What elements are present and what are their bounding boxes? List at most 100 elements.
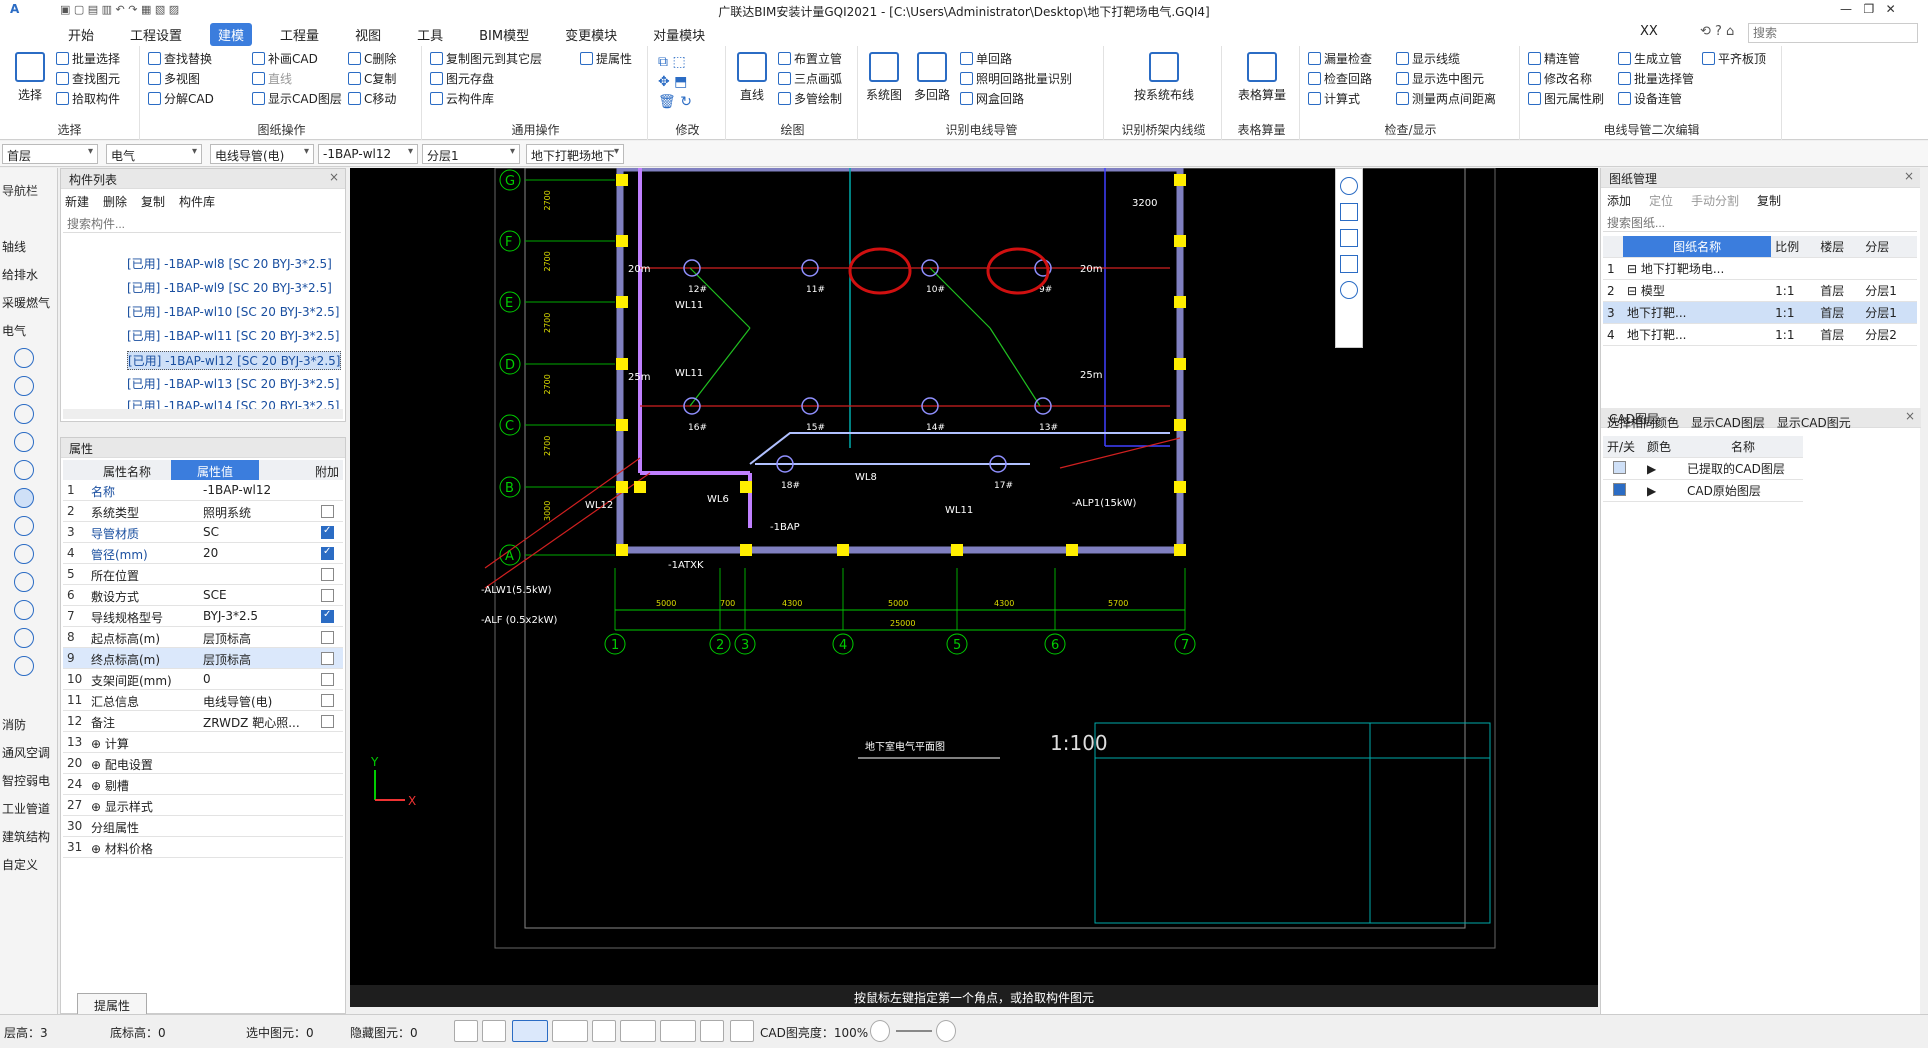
nav-item-hvac[interactable]: 通风空调 (2, 744, 50, 761)
component-search-input[interactable] (63, 215, 341, 233)
batch-select-pipe-button[interactable]: 批量选择管 (1618, 70, 1694, 87)
switch-icon[interactable] (14, 376, 34, 396)
list-item[interactable]: [已用] -1BAP-wl14 [SC 20 BYJ-3*2.5] (127, 397, 339, 409)
arc-button[interactable]: 三点画弧 (778, 70, 842, 87)
single-loop-button[interactable]: 单回路 (960, 50, 1012, 67)
line-button[interactable]: 直线 (252, 70, 292, 87)
user-name[interactable]: XX (1640, 24, 1658, 39)
drawing-select[interactable]: 地下打靶场地下 (526, 144, 624, 164)
property-value[interactable]: 电线导管(电) (203, 693, 313, 710)
tab-tools[interactable]: 工具 (409, 23, 451, 46)
generate-riser-button[interactable]: 生成立管 (1618, 50, 1682, 67)
list-item[interactable]: [已用] -1BAP-wl8 [SC 20 BYJ-3*2.5] (127, 255, 332, 272)
property-row[interactable]: 10 支架间距(mm) 0 (63, 669, 343, 690)
discipline-select[interactable]: 电气 (106, 144, 202, 164)
expand-icon[interactable]: ▶ (1643, 479, 1683, 502)
global-search-input[interactable] (1748, 23, 1918, 43)
extra-checkbox[interactable] (321, 609, 334, 623)
cable-icon[interactable] (14, 516, 34, 536)
property-value[interactable]: 层顶标高 (203, 630, 313, 647)
extra-checkbox[interactable] (321, 673, 334, 686)
missing-check-button[interactable]: 漏量检查 (1308, 50, 1372, 67)
table-calc-button[interactable]: 表格算量 (1228, 52, 1296, 103)
property-row[interactable]: 3 导管材质 SC (63, 522, 343, 543)
find-replace-button[interactable]: 查找替换 (148, 50, 212, 67)
extract-props-button[interactable]: 提属性 (580, 50, 632, 67)
show-cable-button[interactable]: 显示线缆 (1396, 50, 1460, 67)
zoom-in-icon[interactable] (936, 1020, 956, 1042)
table-row[interactable]: ▶ CAD原始图层 (1603, 479, 1803, 502)
nav-item-fire[interactable]: 消防 (2, 716, 26, 733)
extra-checkbox[interactable] (321, 546, 334, 560)
property-value[interactable]: 0 (203, 672, 313, 686)
layer-display-icon[interactable] (700, 1020, 724, 1042)
tab-start[interactable]: 开始 (60, 23, 102, 46)
cloud-library-button[interactable]: 云构件库 (430, 90, 494, 107)
property-row[interactable]: 12 备注 ZRWDZ 靶心照... (63, 711, 343, 732)
property-row[interactable]: 30 分组属性 (63, 816, 343, 837)
system-diagram-button[interactable]: 系统图 (860, 52, 908, 103)
nav-item-electrical[interactable]: 电气 (2, 322, 26, 339)
panel-icon[interactable] (14, 404, 34, 424)
box-loop-button[interactable]: 网盒回路 (960, 90, 1024, 107)
device-connect-button[interactable]: 设备连管 (1618, 90, 1682, 107)
extra-checkbox[interactable] (321, 652, 334, 665)
list-item-selected[interactable]: [已用] -1BAP-wl12 [SC 20 BYJ-3*2.5] (127, 351, 342, 370)
fixture-icon[interactable] (14, 600, 34, 620)
tab-compare-module[interactable]: 对量模块 (645, 23, 713, 46)
cad-delete-button[interactable]: C删除 (348, 50, 396, 67)
property-row[interactable]: 9 终点标高(m) 层顶标高 (63, 648, 343, 669)
list-item[interactable]: [已用] -1BAP-wl10 [SC 20 BYJ-3*2.5] (127, 303, 339, 320)
formula-button[interactable]: 计算式 (1308, 90, 1360, 107)
drawing-search-input[interactable] (1603, 214, 1917, 232)
property-value[interactable]: ZRWDZ 靶心照... (203, 714, 313, 731)
conduit-icon[interactable] (14, 488, 34, 508)
draw-cad-button[interactable]: 补画CAD (252, 50, 318, 67)
select-button[interactable]: 选择 (6, 52, 54, 103)
help-icons[interactable]: ⟲ ? ⌂ (1700, 24, 1734, 39)
ortho-icon[interactable] (482, 1020, 506, 1042)
multi-pipe-button[interactable]: 多管绘制 (778, 90, 842, 107)
tab-quantity[interactable]: 工程量 (272, 23, 327, 46)
list-scrollbar[interactable] (63, 409, 343, 419)
expand-icon[interactable]: ▶ (1643, 457, 1683, 480)
tab-modeling[interactable]: 建模 (210, 22, 253, 46)
new-button[interactable]: 新建 (65, 193, 89, 210)
property-value[interactable]: 20 (203, 546, 313, 560)
property-row[interactable]: 13 ⊕ 计算 (63, 732, 343, 753)
align-top-button[interactable]: 平齐板顶 (1702, 50, 1766, 67)
draw-line-button[interactable]: 直线 (728, 52, 776, 103)
multi-loop-button[interactable]: 多回路 (908, 52, 956, 103)
section-icon[interactable] (1340, 255, 1358, 273)
measure-button[interactable]: 测量两点间距离 (1396, 90, 1496, 107)
nav-item-axis[interactable]: 轴线 (2, 238, 26, 255)
polyline-icon[interactable] (730, 1020, 754, 1042)
rotate-icon[interactable] (1340, 281, 1358, 299)
batch-recognize-button[interactable]: 照明回路批量识别 (960, 70, 1072, 87)
property-value[interactable]: -1BAP-wl12 (203, 483, 313, 497)
close-icon[interactable]: × (329, 170, 339, 184)
list-item[interactable]: [已用] -1BAP-wl13 [SC 20 BYJ-3*2.5] (127, 375, 339, 392)
cad-move-button[interactable]: C移动 (348, 90, 396, 107)
explode-cad-button[interactable]: 分解CAD (148, 90, 214, 107)
close-icon[interactable]: × (1905, 409, 1915, 423)
nav-item-heating[interactable]: 采暖燃气 (2, 294, 50, 311)
property-value[interactable]: 照明系统 (203, 504, 313, 521)
quick-access-toolbar[interactable]: ▣ ▢ ▤ ▥ ↶ ↷ ▦ ▧ ▨ (60, 3, 179, 16)
layer-toggle-checkbox[interactable] (1613, 460, 1626, 474)
support-icon[interactable] (14, 656, 34, 676)
sublayer-select[interactable]: 分层1 (422, 144, 520, 164)
locate-button[interactable]: 定位 (1649, 192, 1673, 209)
check-loop-button[interactable]: 检查回路 (1308, 70, 1372, 87)
table-row[interactable]: ▶ 已提取的CAD图层 (1603, 457, 1803, 480)
modify-tools[interactable]: ⧉ ⬚ ✥ ⬒ 🗑 ↻ (658, 52, 718, 112)
ground-icon[interactable] (14, 572, 34, 592)
extra-checkbox[interactable] (321, 505, 334, 518)
property-row[interactable]: 2 系统类型 照明系统 (63, 501, 343, 522)
property-row[interactable]: 20 ⊕ 配电设置 (63, 753, 343, 774)
type-select[interactable]: 电线导管(电) (210, 144, 314, 164)
add-drawing-button[interactable]: 添加 (1607, 192, 1631, 209)
nav-item-plumbing[interactable]: 给排水 (2, 266, 38, 283)
property-row[interactable]: 7 导线规格型号 BYJ-3*2.5 (63, 606, 343, 627)
property-value[interactable]: SC (203, 525, 313, 539)
